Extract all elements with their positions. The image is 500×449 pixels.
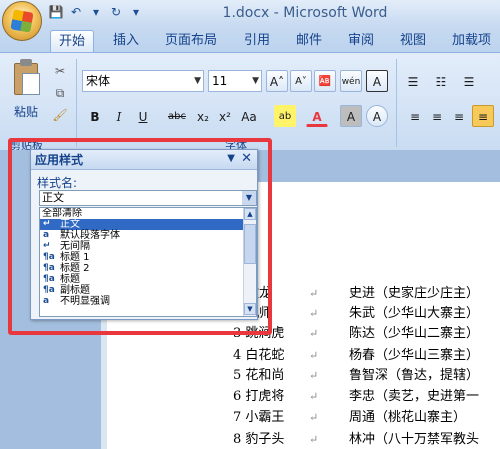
copy-icon[interactable]: ⧉ [52, 85, 68, 101]
window-title: 1.docx - Microsoft Word [222, 5, 388, 21]
list-item[interactable]: ¶a 标题 2 [40, 263, 256, 274]
phonetic-guide-button[interactable]: wén [340, 70, 362, 92]
clear-format-button[interactable]: 🆎 [314, 70, 336, 92]
font-size-combo[interactable]: 11 ▼ [208, 70, 262, 92]
tab-page-layout[interactable]: 页面布局 [165, 30, 217, 52]
linked-style-icon: ¶a [43, 252, 55, 262]
tab-insert[interactable]: 插入 [113, 30, 139, 52]
shrink-font-button[interactable]: A˅ [290, 70, 312, 92]
office-button[interactable] [2, 1, 42, 41]
chevron-down-icon: ▼ [252, 76, 259, 86]
office-logo-icon [10, 9, 34, 33]
style-name-input[interactable]: 正文 ▼ [39, 190, 257, 206]
numbering-button[interactable]: ☷ [430, 70, 452, 92]
tab-view[interactable]: 视图 [400, 30, 426, 52]
underline-button[interactable]: U [132, 105, 154, 127]
chevron-down-icon[interactable]: ▼ [242, 191, 256, 205]
document-line[interactable]: 九纹龙↵史进（史家庄少庄主） [233, 282, 479, 301]
title-bar: 💾 ↶ ▾ ↻ ▾ 1.docx - Microsoft Word [0, 0, 500, 41]
close-icon[interactable]: ✕ [241, 151, 252, 166]
document-line[interactable]: 6 打虎将 ↵ 李忠（卖艺，史进第一 [233, 385, 479, 404]
ribbon: 粘贴 ✂ ⧉ 🖌 剪贴板 宋体 ▼ 11 ▼ A˄ A˅ 🆎 wén A B I U… [0, 52, 500, 152]
list-item[interactable]: a 不明显强调 [40, 296, 256, 307]
cut-icon[interactable]: ✂ [52, 63, 68, 79]
paste-icon[interactable] [12, 59, 42, 97]
list-item[interactable]: ↵ 正文 [40, 219, 256, 230]
bullets-button[interactable]: ☰ [402, 70, 424, 92]
grow-font-button[interactable]: A˄ [266, 70, 288, 92]
tab-references[interactable]: 引用 [244, 30, 270, 52]
character-style-icon: a [43, 230, 50, 240]
align-center-button[interactable]: ≡ [426, 105, 448, 127]
document-line[interactable]: 4 白花蛇 ↵ 杨春（少华山三寨主） [233, 344, 479, 363]
list-item[interactable]: 全部清除 [40, 208, 256, 219]
chevron-down-icon: ▼ [194, 76, 201, 86]
document-line[interactable]: 3 跳涧虎 ↵ 陈达（少华山二寨主） [233, 322, 479, 341]
list-item[interactable]: ¶a 标题 1 [40, 252, 256, 263]
tab-addins[interactable]: 加载项 [452, 30, 491, 52]
document-line[interactable]: 神机师↵朱武（少华山大寨主） [233, 302, 479, 321]
format-painter-icon[interactable]: 🖌 [52, 107, 68, 123]
list-item[interactable]: ¶a 标题 [40, 274, 256, 285]
align-right-button[interactable]: ≡ [448, 105, 470, 127]
tab-review[interactable]: 审阅 [348, 30, 374, 52]
document-line[interactable]: 8 豹子头 ↵ 林冲（八十万禁军教头 [233, 428, 479, 447]
linked-style-icon: ¶a [43, 274, 55, 284]
font-color-button[interactable]: A [306, 105, 328, 127]
highlight-button[interactable]: ab [274, 105, 296, 127]
strikethrough-button[interactable]: abc [166, 105, 188, 127]
document-line[interactable]: 7 小霸王 ↵ 周通（桃花山寨主） [233, 406, 466, 425]
style-name-label: 样式名: [37, 176, 78, 190]
superscript-button[interactable]: x² [214, 105, 236, 127]
italic-button[interactable]: I [108, 105, 130, 127]
linked-style-icon: ¶a [43, 263, 55, 273]
enclosed-char-button[interactable]: A [366, 105, 388, 127]
scroll-thumb[interactable] [244, 224, 256, 264]
tab-home[interactable]: 开始 [50, 30, 95, 52]
char-shading-button[interactable]: A [340, 105, 362, 127]
apply-styles-pane: 应用样式 ▼ ✕ 样式名: 正文 ▼ 全部清除 ↵ 正文 a 默认段落字体 ↵ 无间隔… [30, 149, 258, 320]
list-scrollbar[interactable]: ▲ ▼ [243, 208, 256, 316]
list-item[interactable]: ¶a 副标题 [40, 285, 256, 296]
justify-button[interactable]: ≡ [472, 105, 494, 127]
bold-button[interactable]: B [84, 105, 106, 127]
apply-styles-title[interactable]: 应用样式 [31, 150, 257, 170]
character-style-icon: a [43, 296, 50, 306]
font-name-combo[interactable]: 宋体 ▼ [82, 70, 204, 92]
document-line[interactable]: 5 花和尚 ↵ 鲁智深（鲁达，提辖） [233, 364, 479, 383]
subscript-button[interactable]: x₂ [192, 105, 214, 127]
paragraph-mark-icon: ↵ [43, 219, 51, 229]
linked-style-icon: ¶a [43, 285, 55, 295]
paragraph-mark-icon: ↵ [43, 241, 51, 251]
paste-button-label[interactable]: 粘贴 [14, 103, 38, 120]
tab-mailings[interactable]: 邮件 [296, 30, 322, 52]
pane-menu-icon[interactable]: ▼ [227, 153, 235, 164]
change-case-button[interactable]: Aa [238, 105, 260, 127]
multilevel-list-button[interactable]: ☰ [458, 70, 480, 92]
scroll-down-icon[interactable]: ▼ [244, 303, 256, 315]
list-item[interactable]: a 默认段落字体 [40, 230, 256, 241]
align-left-button[interactable]: ≡ [404, 105, 426, 127]
ribbon-tabs: 开始 插入 页面布局 引用 邮件 审阅 视图 加载项 [0, 26, 500, 52]
style-list[interactable]: 全部清除 ↵ 正文 a 默认段落字体 ↵ 无间隔 ¶a 标题 1 ¶a 标题 2 ¶a 标题… [39, 207, 257, 317]
char-border-button[interactable]: A [366, 70, 388, 92]
scroll-up-icon[interactable]: ▲ [244, 208, 256, 220]
list-item[interactable]: ↵ 无间隔 [40, 241, 256, 252]
